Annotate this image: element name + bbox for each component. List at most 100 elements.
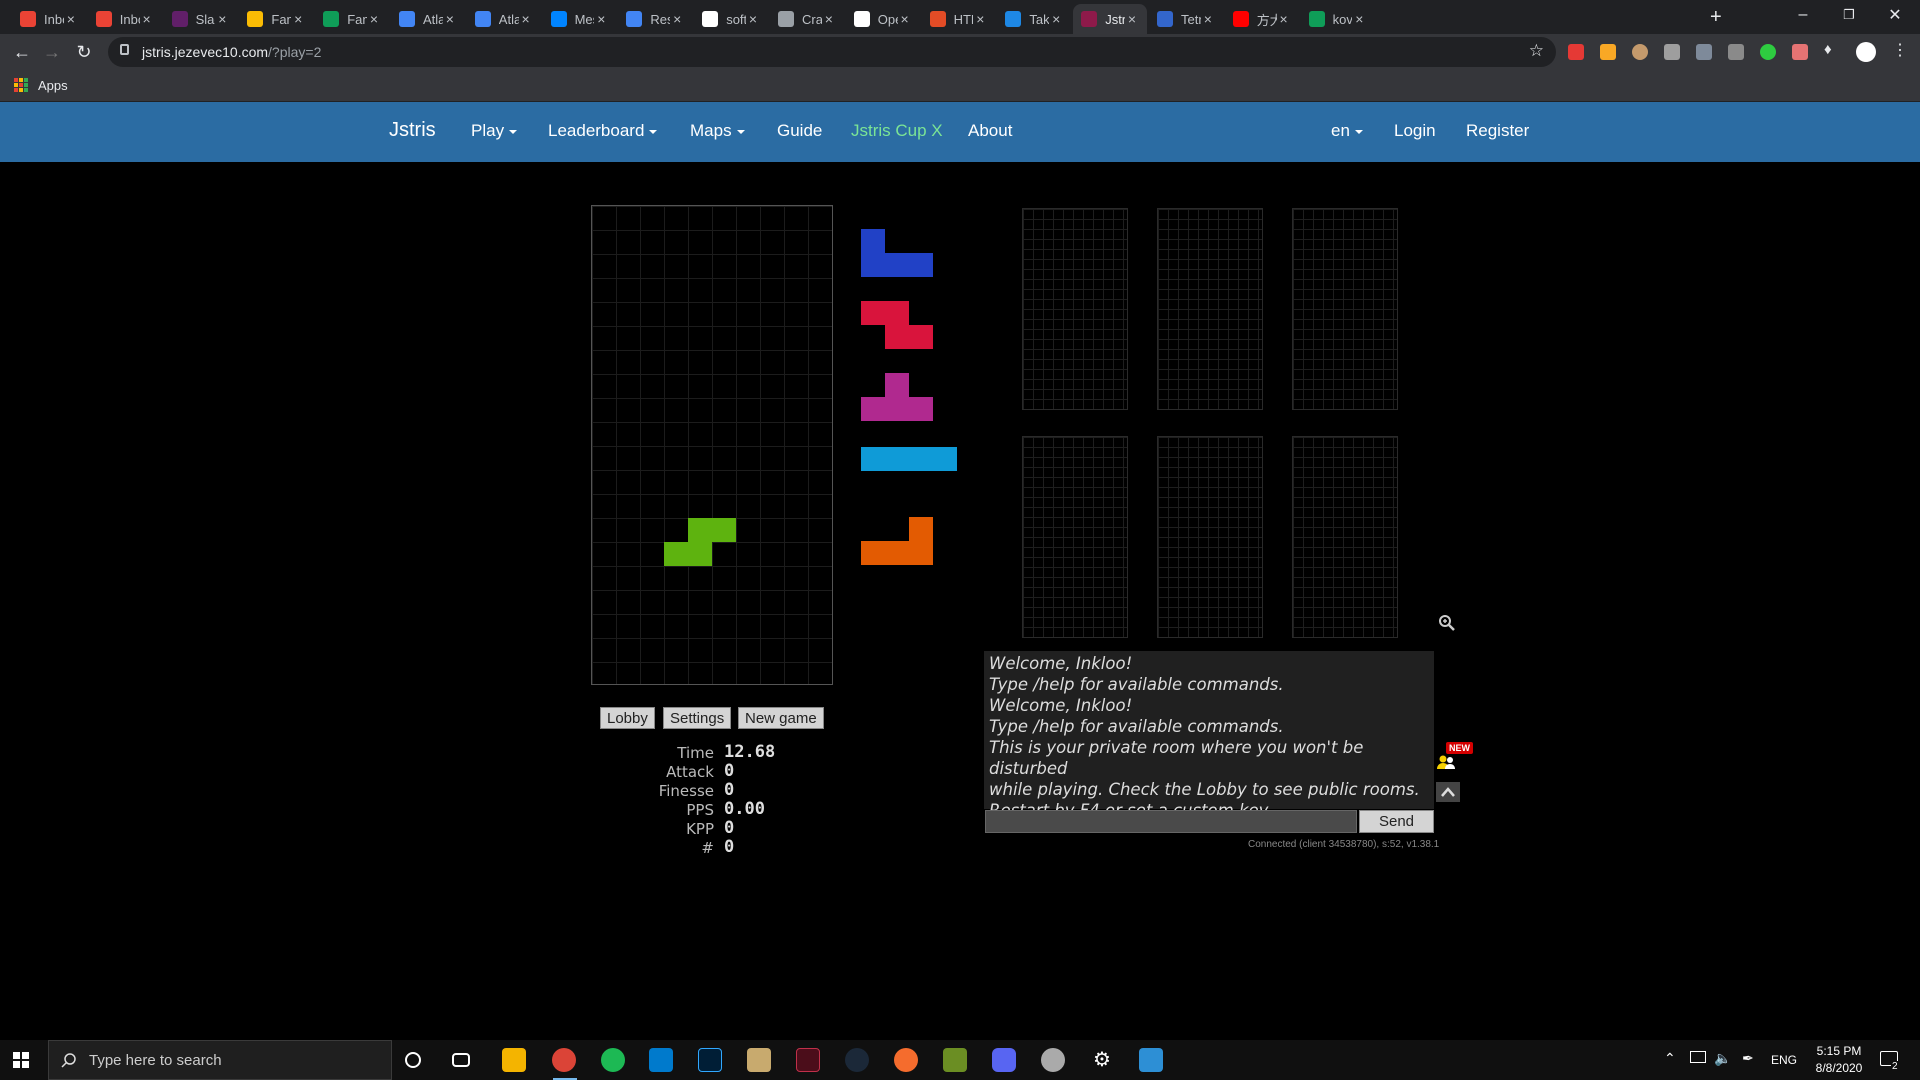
tab-close-icon[interactable]: × bbox=[822, 11, 836, 27]
settings-gear-icon[interactable]: ⚙ bbox=[1090, 1048, 1114, 1072]
close-window-button[interactable]: ✕ bbox=[1872, 0, 1918, 30]
extension-icon[interactable] bbox=[1728, 44, 1744, 60]
tab-close-icon[interactable]: × bbox=[594, 11, 608, 27]
browser-tab[interactable]: Famil× bbox=[239, 4, 313, 34]
tab-close-icon[interactable]: × bbox=[898, 11, 912, 27]
tab-close-icon[interactable]: × bbox=[1125, 11, 1139, 27]
extension-icon[interactable] bbox=[1664, 44, 1680, 60]
apps-grid-icon[interactable] bbox=[14, 78, 28, 92]
tab-close-icon[interactable]: × bbox=[140, 11, 154, 27]
reload-icon[interactable]: ↻ bbox=[72, 40, 96, 64]
brand-logo[interactable]: Jstris bbox=[389, 119, 436, 142]
league-of-legends-icon[interactable] bbox=[747, 1048, 771, 1072]
network-icon[interactable] bbox=[1690, 1051, 1706, 1063]
browser-tab[interactable]: Atlas× bbox=[391, 4, 465, 34]
nav-leaderboard[interactable]: Leaderboard bbox=[548, 121, 658, 141]
new-tab-button[interactable]: + bbox=[1710, 6, 1722, 29]
tray-chevron-up-icon[interactable]: ⌃ bbox=[1664, 1050, 1676, 1067]
tab-close-icon[interactable]: × bbox=[746, 11, 760, 27]
photoshop-icon[interactable] bbox=[698, 1048, 722, 1072]
tab-close-icon[interactable]: × bbox=[443, 11, 457, 27]
pen-icon[interactable]: ✒ bbox=[1742, 1050, 1754, 1067]
task-view-icon[interactable] bbox=[452, 1053, 470, 1067]
minimize-button[interactable]: – bbox=[1780, 0, 1826, 30]
tab-close-icon[interactable]: × bbox=[1201, 11, 1215, 27]
windows-start-icon[interactable] bbox=[13, 1052, 29, 1068]
tab-close-icon[interactable]: × bbox=[1352, 11, 1366, 27]
bookmark-star-icon[interactable]: ☆ bbox=[1529, 41, 1544, 61]
login-link[interactable]: Login bbox=[1394, 121, 1436, 141]
avatar[interactable] bbox=[1856, 42, 1876, 62]
minecraft-icon[interactable] bbox=[943, 1048, 967, 1072]
tab-close-icon[interactable]: × bbox=[215, 11, 229, 27]
url-text[interactable]: jstris.jezevec10.com/?play=2 bbox=[142, 44, 321, 60]
browser-tab[interactable]: 方大 × bbox=[1225, 4, 1299, 34]
puzzle-icon[interactable]: ♦ bbox=[1824, 41, 1840, 58]
tab-close-icon[interactable]: × bbox=[291, 11, 305, 27]
extension-icon[interactable] bbox=[1600, 44, 1616, 60]
chevron-up-icon[interactable] bbox=[1436, 782, 1460, 802]
zoom-icon[interactable] bbox=[1438, 614, 1456, 632]
vscode-icon[interactable] bbox=[649, 1048, 673, 1072]
tab-close-icon[interactable]: × bbox=[1049, 11, 1063, 27]
spotify-icon[interactable] bbox=[601, 1048, 625, 1072]
extension-icon[interactable] bbox=[1760, 44, 1776, 60]
clock-date[interactable]: 8/8/2020 bbox=[1810, 1061, 1868, 1075]
nav-jstris-cup[interactable]: Jstris Cup X bbox=[851, 121, 943, 141]
origin-icon[interactable] bbox=[894, 1048, 918, 1072]
lock-icon[interactable] bbox=[120, 44, 129, 55]
language-indicator[interactable]: ENG bbox=[1771, 1053, 1797, 1067]
browser-tab[interactable]: HTML× bbox=[922, 4, 996, 34]
restore-button[interactable]: ❐ bbox=[1826, 0, 1872, 30]
extension-icon[interactable] bbox=[1568, 44, 1584, 60]
chat-input[interactable] bbox=[985, 810, 1357, 833]
app-icon[interactable] bbox=[1139, 1048, 1163, 1072]
browser-tab[interactable]: Jstris× bbox=[1073, 4, 1147, 34]
forward-icon[interactable]: → bbox=[40, 40, 64, 64]
browser-tab[interactable]: Taking× bbox=[997, 4, 1071, 34]
tab-close-icon[interactable]: × bbox=[973, 11, 987, 27]
discord-icon[interactable] bbox=[992, 1048, 1016, 1072]
tab-close-icon[interactable]: × bbox=[367, 11, 381, 27]
browser-tab[interactable]: Resur× bbox=[618, 4, 692, 34]
cortana-icon[interactable] bbox=[405, 1052, 421, 1068]
app-icon[interactable] bbox=[1041, 1048, 1065, 1072]
browser-tab[interactable]: kova× bbox=[1301, 4, 1375, 34]
browser-tab[interactable]: Atlas× bbox=[467, 4, 541, 34]
browser-tab[interactable]: softw× bbox=[694, 4, 768, 34]
app-icon[interactable] bbox=[796, 1048, 820, 1072]
nav-about[interactable]: About bbox=[968, 121, 1012, 141]
cookie-extension-icon[interactable] bbox=[1632, 44, 1648, 60]
chrome-icon[interactable] bbox=[552, 1048, 576, 1072]
browser-tab[interactable]: Messi× bbox=[543, 4, 617, 34]
register-link[interactable]: Register bbox=[1466, 121, 1529, 141]
tab-close-icon[interactable]: × bbox=[64, 11, 78, 27]
tab-close-icon[interactable]: × bbox=[1277, 11, 1291, 27]
send-button[interactable]: Send bbox=[1359, 810, 1434, 833]
browser-tab[interactable]: Tetris× bbox=[1149, 4, 1223, 34]
language-dropdown[interactable]: en bbox=[1331, 121, 1363, 141]
players-icon[interactable] bbox=[1436, 752, 1456, 772]
nav-maps[interactable]: Maps bbox=[690, 121, 745, 141]
address-bar[interactable]: jstris.jezevec10.com/?play=2 ☆ bbox=[108, 37, 1556, 67]
browser-tab[interactable]: Famil× bbox=[315, 4, 389, 34]
tab-close-icon[interactable]: × bbox=[519, 11, 533, 27]
steam-icon[interactable] bbox=[845, 1048, 869, 1072]
extension-icon[interactable] bbox=[1792, 44, 1808, 60]
browser-tab[interactable]: Slack× bbox=[164, 4, 238, 34]
nav-play[interactable]: Play bbox=[471, 121, 518, 141]
lobby-button[interactable]: Lobby bbox=[600, 707, 655, 729]
clock-time[interactable]: 5:15 PM bbox=[1810, 1044, 1868, 1058]
settings-button[interactable]: Settings bbox=[663, 707, 732, 729]
new-game-button[interactable]: New game bbox=[738, 707, 824, 729]
back-icon[interactable]: ← bbox=[10, 40, 34, 64]
browser-tab[interactable]: Open× bbox=[846, 4, 920, 34]
file-explorer-icon[interactable] bbox=[502, 1048, 526, 1072]
volume-icon[interactable]: 🔈 bbox=[1714, 1050, 1731, 1067]
browser-tab[interactable]: Inbox× bbox=[12, 4, 86, 34]
taskbar-search[interactable]: Type here to search bbox=[48, 1040, 392, 1080]
tab-close-icon[interactable]: × bbox=[670, 11, 684, 27]
menu-icon[interactable]: ⋮ bbox=[1892, 40, 1908, 59]
apps-bookmark[interactable]: Apps bbox=[38, 78, 68, 93]
browser-tab[interactable]: Crack× bbox=[770, 4, 844, 34]
